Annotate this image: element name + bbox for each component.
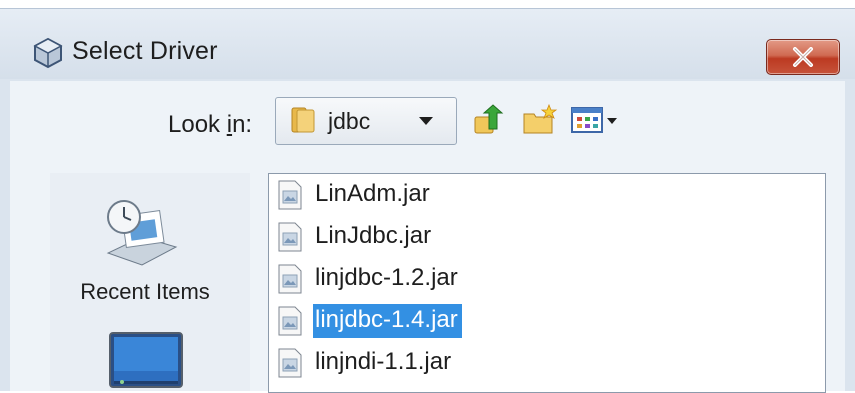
view-menu-icon <box>571 107 617 133</box>
file-name: linjndi-1.1.jar <box>315 348 452 375</box>
file-name: LinJdbc.jar <box>315 222 432 249</box>
look-in-label: Look in: <box>168 111 253 138</box>
create-new-folder-icon <box>523 103 558 134</box>
close-button[interactable] <box>766 39 840 75</box>
file-item-linjdbc-1-2[interactable]: linjdbc-1.2.jar <box>277 260 462 298</box>
recent-items-icon <box>106 200 178 266</box>
file-name: linjdbc-1.4.jar <box>313 304 462 338</box>
jar-file-icon <box>278 222 302 252</box>
folder-icon <box>291 107 315 133</box>
file-list[interactable]: LinAdm.jar LinJdbc.jar linjdbc-1.2.jar l… <box>268 173 826 393</box>
up-one-level-button[interactable] <box>472 103 506 137</box>
jar-file-icon <box>278 306 302 336</box>
title-bar[interactable]: Select Driver <box>0 9 855 79</box>
look-in-value: jdbc <box>328 108 371 134</box>
jar-file-icon <box>278 348 302 378</box>
dialog-title: Select Driver <box>72 37 218 65</box>
dialog-cube-icon <box>33 37 63 69</box>
file-name: LinAdm.jar <box>315 180 430 207</box>
desktop-icon <box>109 332 183 388</box>
file-item-linjdbc[interactable]: LinJdbc.jar <box>277 218 435 256</box>
dialog-body: Look in: jdbc Recent Items LinAdm.jar Li… <box>10 81 845 393</box>
chevron-down-icon <box>419 117 433 125</box>
file-item-linadm[interactable]: LinAdm.jar <box>277 176 434 214</box>
view-menu-button[interactable] <box>570 103 622 137</box>
up-one-level-icon <box>474 104 504 134</box>
create-new-folder-button[interactable] <box>522 103 558 137</box>
places-bar: Recent Items <box>50 173 250 391</box>
jar-file-icon <box>278 180 302 210</box>
file-item-linjndi-1-1[interactable]: linjndi-1.1.jar <box>277 344 455 382</box>
recent-items-label: Recent Items <box>80 279 210 304</box>
select-driver-dialog: Select Driver Look in: jdbc Recent Items… <box>0 8 855 393</box>
file-item-linjdbc-1-4[interactable]: linjdbc-1.4.jar <box>277 302 462 340</box>
file-name: linjdbc-1.2.jar <box>315 264 458 291</box>
close-icon <box>793 47 813 67</box>
look-in-dropdown[interactable]: jdbc <box>275 97 457 145</box>
jar-file-icon <box>278 264 302 294</box>
